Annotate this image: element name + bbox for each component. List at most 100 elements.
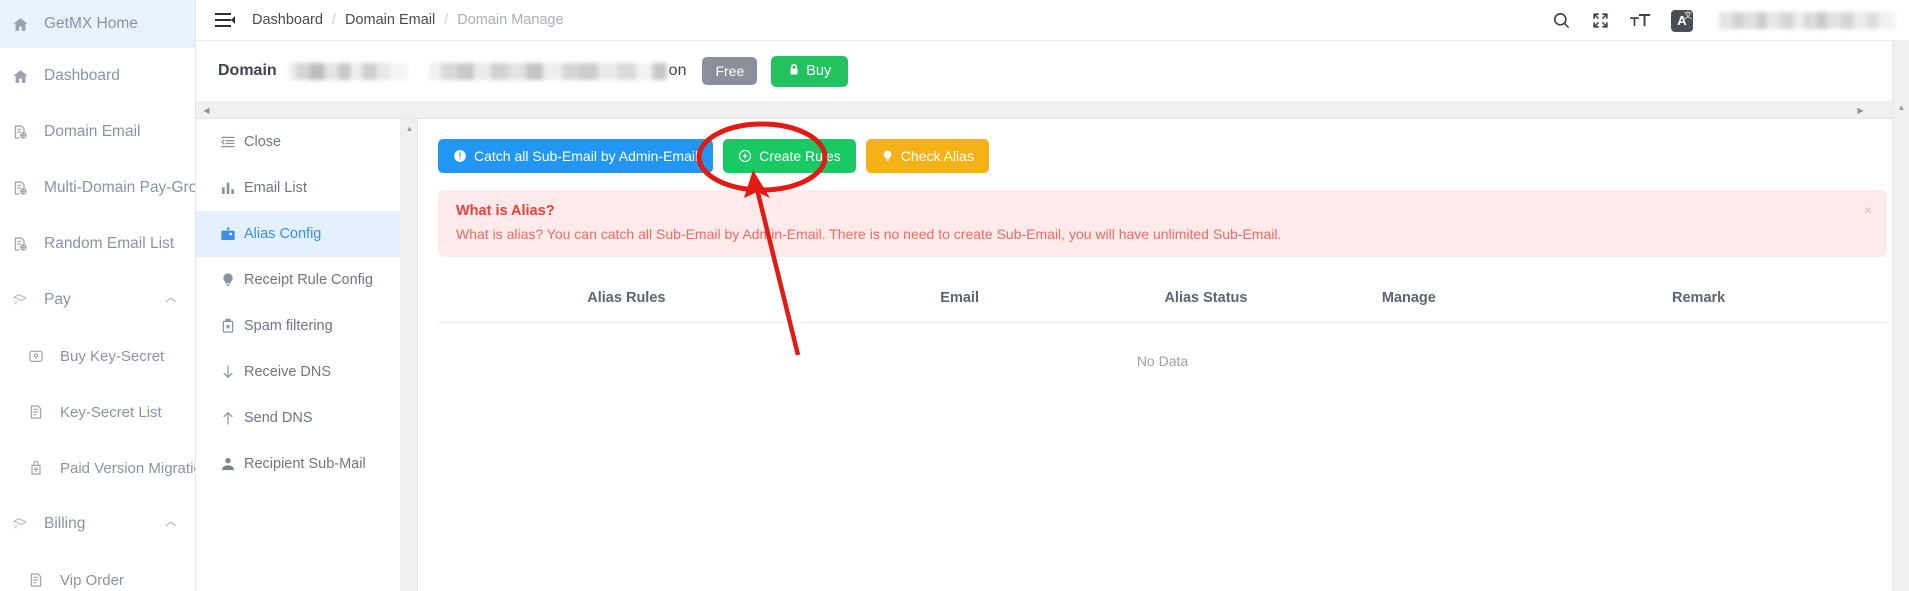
home-icon	[12, 16, 38, 33]
close-icon[interactable]: ×	[1864, 203, 1872, 217]
sidebar-item-vip-order[interactable]: Vip Order	[0, 552, 195, 591]
collapse-icon	[220, 134, 244, 150]
translate-sup-icon: 文	[1684, 10, 1692, 20]
check-alias-button[interactable]: Check Alias	[865, 139, 989, 173]
key-buy-icon	[28, 348, 54, 364]
column-header-remark: Remark	[1510, 279, 1887, 323]
sidebar-item-label: Domain Email	[44, 123, 141, 140]
plan-chip-free[interactable]: Free	[702, 57, 758, 85]
domain-header-row: Domain on Free Buy	[196, 41, 1909, 102]
scroll-up-arrow-icon[interactable]: ▲	[401, 121, 418, 135]
scroll-up-arrow-icon[interactable]: ▲	[1893, 101, 1909, 113]
column-header-alias-rules: Alias Rules	[438, 279, 815, 323]
table-empty-row: No Data	[438, 323, 1887, 400]
submenu-item-label: Email List	[244, 180, 307, 196]
sidebar-item-key-secret-list[interactable]: Key-Secret List	[0, 384, 195, 440]
alias-rules-table: Alias Rules Email Alias Status Manage Re…	[438, 279, 1887, 399]
sidebar-item-multi-domain-pay-group[interactable]: Multi-Domain Pay-Group	[0, 160, 195, 216]
bulb-icon	[881, 149, 894, 163]
submenu-item-label: Spam filtering	[244, 318, 333, 334]
arrow-up-icon	[220, 410, 244, 426]
sidebar-item-label: Random Email List	[44, 235, 175, 252]
breadcrumb-dashboard[interactable]: Dashboard	[252, 12, 323, 28]
chevron-up-icon	[165, 515, 177, 533]
buy-button-label: Buy	[806, 63, 832, 79]
bulb-icon	[220, 272, 244, 288]
sidebar-item-paid-version-migration[interactable]: Paid Version Migration	[0, 440, 195, 496]
sidebar-item-label: Multi-Domain Pay-Group	[44, 179, 195, 196]
sidebar-item-domain-email[interactable]: Domain Email	[0, 104, 195, 160]
page-vertical-scrollbar[interactable]: ▲	[1892, 41, 1909, 591]
sidebar-header-label: GetMX Home	[44, 15, 138, 32]
breadcrumb-domain-email[interactable]: Domain Email	[345, 12, 435, 28]
alias-config-panel: Catch all Sub-Email by Admin-Email Creat…	[418, 119, 1909, 591]
sidebar-item-label: Paid Version Migration	[60, 459, 196, 477]
alias-icon	[220, 226, 244, 242]
table-header-row: Alias Rules Email Alias Status Manage Re…	[438, 279, 1887, 323]
top-bar-actions: A 文	[1552, 0, 1895, 41]
column-header-email: Email	[814, 279, 1105, 323]
main-region: Dashboard / Domain Email / Domain Manage	[196, 0, 1909, 591]
pay-icon	[12, 516, 38, 532]
submenu-item-close[interactable]: Close	[196, 119, 400, 165]
spam-icon	[220, 318, 244, 334]
action-button-row: Catch all Sub-Email by Admin-Email Creat…	[438, 139, 1887, 173]
submenu-vertical-scrollbar[interactable]: ▲	[401, 119, 418, 591]
submenu-item-label: Receive DNS	[244, 364, 332, 380]
scroll-right-arrow-icon[interactable]: ▶	[1852, 102, 1869, 119]
sidebar-item-label: Key-Secret List	[60, 403, 162, 421]
sidebar-item-label: Buy Key-Secret	[60, 347, 165, 365]
breadcrumb: Dashboard / Domain Email / Domain Manage	[252, 12, 564, 28]
sidebar-item-random-email-list[interactable]: Random Email List	[0, 216, 195, 272]
list-icon	[28, 572, 54, 588]
column-header-manage: Manage	[1307, 279, 1511, 323]
buy-button[interactable]: Buy	[771, 55, 849, 87]
translate-icon[interactable]: A 文	[1671, 9, 1693, 32]
sidebar-group-billing[interactable]: Billing	[0, 496, 195, 552]
top-bar: Dashboard / Domain Email / Domain Manage	[196, 0, 1909, 41]
check-alias-label: Check Alias	[900, 148, 974, 164]
sidebar-item-getmx-home[interactable]: GetMX Home	[0, 0, 195, 48]
sidebar-item-buy-key-secret[interactable]: Buy Key-Secret	[0, 328, 195, 384]
create-rules-button[interactable]: Create Rules	[723, 139, 856, 173]
sidebar-item-dashboard[interactable]: Dashboard	[0, 48, 195, 104]
migration-icon	[28, 460, 54, 476]
scroll-left-arrow-icon[interactable]: ◀	[198, 102, 215, 119]
submenu-item-recipient-sub-mail[interactable]: Recipient Sub-Mail	[196, 441, 400, 487]
fullscreen-icon[interactable]	[1591, 11, 1610, 30]
breadcrumb-separator: /	[444, 12, 449, 28]
domain-email-icon	[12, 236, 38, 252]
submenu-item-spam-filtering[interactable]: Spam filtering	[196, 303, 400, 349]
submenu-item-email-list[interactable]: Email List	[196, 165, 400, 211]
horizontal-scrollbar[interactable]: ◀ ▶	[196, 102, 1909, 119]
sidebar-group-label: Pay	[44, 291, 71, 308]
submenu-item-label: Send DNS	[244, 410, 313, 426]
create-rules-label: Create Rules	[759, 148, 841, 164]
username-blurred[interactable]	[1719, 12, 1895, 29]
sidebar-group-pay[interactable]: Pay	[0, 272, 195, 328]
search-icon[interactable]	[1552, 11, 1571, 30]
submenu-item-alias-config[interactable]: Alias Config	[196, 211, 400, 257]
submenu-item-label: Close	[244, 134, 282, 150]
list-icon	[28, 404, 54, 420]
submenu-region: Close Email List Alias Config Receipt Ru…	[196, 119, 418, 591]
submenu-item-send-dns[interactable]: Send DNS	[196, 395, 400, 441]
domain-label: Domain	[218, 62, 277, 79]
breadcrumb-domain-manage: Domain Manage	[457, 12, 564, 28]
domain-email-icon	[12, 124, 38, 140]
hamburger-icon[interactable]	[214, 9, 236, 31]
breadcrumb-separator: /	[331, 12, 336, 28]
plus-circle-icon	[738, 149, 752, 163]
alias-info-alert: What is Alias? What is alias? You can ca…	[438, 190, 1887, 257]
font-size-icon[interactable]	[1630, 11, 1651, 30]
submenu-item-label: Alias Config	[244, 226, 322, 242]
submenu-item-receive-dns[interactable]: Receive DNS	[196, 349, 400, 395]
catch-all-sub-email-button[interactable]: Catch all Sub-Email by Admin-Email	[438, 139, 714, 173]
catch-all-sub-email-label: Catch all Sub-Email by Admin-Email	[474, 148, 699, 164]
domain-name-blurred-part1	[288, 62, 407, 80]
sidebar-item-label: Vip Order	[60, 571, 124, 589]
submenu-item-receipt-rule-config[interactable]: Receipt Rule Config	[196, 257, 400, 303]
user-icon	[220, 456, 244, 472]
column-header-alias-status: Alias Status	[1104, 279, 1308, 323]
table-empty-text: No Data	[1136, 353, 1189, 369]
